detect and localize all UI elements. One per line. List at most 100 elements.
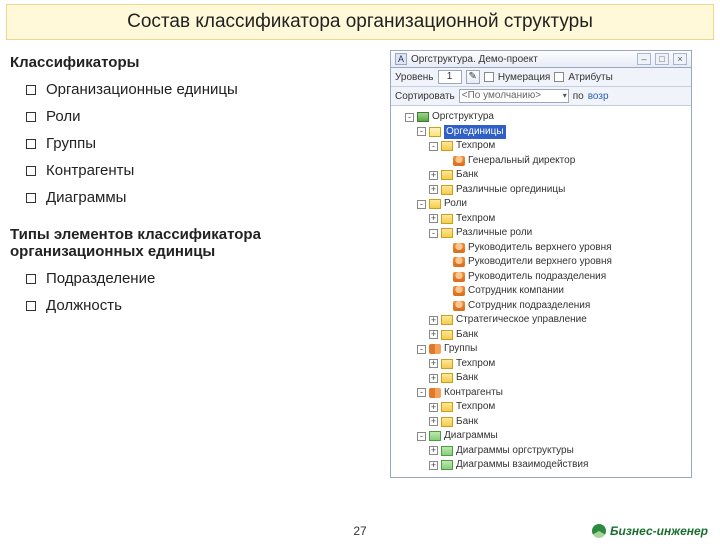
bullet-square-icon: [26, 301, 36, 311]
close-button[interactable]: ×: [673, 53, 687, 65]
numbering-checkbox[interactable]: [484, 72, 494, 82]
folder-icon: [429, 199, 441, 209]
tree-node[interactable]: -Техпром: [393, 139, 689, 154]
tree-node-label: Группы: [444, 342, 477, 357]
numbering-label: Нумерация: [498, 72, 550, 83]
bullet-item: Роли: [26, 108, 390, 125]
person-icon: [453, 257, 465, 267]
tree-node-label: Сотрудник подразделения: [468, 299, 590, 314]
content-area: Классификаторы Организационные единицы Ро…: [0, 50, 720, 478]
expand-toggle[interactable]: +: [429, 171, 438, 180]
tree-node[interactable]: +Банк: [393, 328, 689, 343]
person-icon: [453, 243, 465, 253]
folder-icon: [441, 228, 453, 238]
tree-node[interactable]: - Группы: [393, 342, 689, 357]
expand-toggle[interactable]: +: [429, 214, 438, 223]
orgstructure-panel: А Оргструктура. Демо-проект – □ × Уровен…: [390, 50, 692, 478]
tree-node[interactable]: -Оргструктура: [393, 110, 689, 125]
tree-node[interactable]: +Техпром: [393, 400, 689, 415]
level-apply-button[interactable]: ✎: [466, 70, 480, 84]
page-number: 27: [353, 524, 366, 538]
slide-title: Состав классификатора организационной ст…: [6, 4, 714, 40]
diag-icon: [441, 446, 453, 456]
tree-node[interactable]: -Диаграммы: [393, 429, 689, 444]
expand-toggle[interactable]: -: [429, 229, 438, 238]
tree-node[interactable]: - Контрагенты: [393, 386, 689, 401]
minimize-button[interactable]: –: [637, 53, 651, 65]
person-icon: [453, 156, 465, 166]
tree-node[interactable]: +Диаграммы взаимодействия: [393, 458, 689, 473]
panel-titlebar: А Оргструктура. Демо-проект – □ ×: [391, 51, 691, 68]
tree-node[interactable]: -Роли: [393, 197, 689, 212]
maximize-button[interactable]: □: [655, 53, 669, 65]
tree-node[interactable]: - Различные роли: [393, 226, 689, 241]
expand-toggle[interactable]: +: [429, 403, 438, 412]
bullet-item: Группы: [26, 135, 390, 152]
bullet-square-icon: [26, 85, 36, 95]
expand-toggle[interactable]: -: [417, 345, 426, 354]
tree-node-label: Различные роли: [456, 226, 532, 241]
bullet-text: Диаграммы: [46, 189, 126, 206]
expand-toggle[interactable]: -: [429, 142, 438, 151]
heading-classifiers: Классификаторы: [10, 54, 390, 71]
toolbar-row-1: Уровень 1 ✎ Нумерация Атрибуты: [391, 68, 691, 87]
expand-toggle[interactable]: +: [429, 446, 438, 455]
tree-node[interactable]: + Банк: [393, 168, 689, 183]
bullet-list-classifiers: Организационные единицы Роли Группы Контраг…: [26, 81, 390, 206]
folder-icon: [441, 373, 453, 383]
tree-node[interactable]: Руководитель подразделения: [393, 270, 689, 285]
expand-toggle[interactable]: -: [417, 388, 426, 397]
tree-node[interactable]: +Банк: [393, 415, 689, 430]
tree-node[interactable]: + Техпром: [393, 212, 689, 227]
tree-node[interactable]: +Стратегическое управление: [393, 313, 689, 328]
tree-node[interactable]: -Оргединицы: [393, 125, 689, 140]
tree-node[interactable]: Генеральный директор: [393, 154, 689, 169]
expand-toggle[interactable]: -: [405, 113, 414, 122]
expand-toggle[interactable]: +: [429, 417, 438, 426]
tree-node-label: Банк: [456, 371, 478, 386]
expand-toggle[interactable]: +: [429, 374, 438, 383]
diag-icon: [441, 460, 453, 470]
bullet-text: Роли: [46, 108, 81, 125]
toolbar-row-2: Сортировать <По умолчанию> по возр: [391, 87, 691, 106]
sort-select[interactable]: <По умолчанию>: [459, 89, 569, 103]
brand-logo-icon: [592, 524, 606, 538]
tree-node[interactable]: Сотрудник подразделения: [393, 299, 689, 314]
tree-node[interactable]: + Банк: [393, 371, 689, 386]
expand-toggle[interactable]: +: [429, 359, 438, 368]
bullet-list-types: ПодразделениеДолжность: [26, 270, 390, 314]
level-spinner[interactable]: 1: [438, 70, 462, 84]
folder-icon: [441, 141, 453, 151]
expand-toggle[interactable]: +: [429, 461, 438, 470]
tree-node-label: Банк: [456, 168, 478, 183]
tree-node[interactable]: +Различные оргединицы: [393, 183, 689, 198]
tree-node[interactable]: Сотрудник компании: [393, 284, 689, 299]
expand-toggle[interactable]: -: [417, 432, 426, 441]
folder-icon: [441, 417, 453, 427]
bullet-text: Должность: [46, 297, 122, 314]
bullet-square-icon: [26, 112, 36, 122]
bullet-text: Контрагенты: [46, 162, 134, 179]
expand-toggle[interactable]: +: [429, 185, 438, 194]
bullet-item: Контрагенты: [26, 162, 390, 179]
tree-node[interactable]: +Техпром: [393, 357, 689, 372]
expand-toggle[interactable]: +: [429, 330, 438, 339]
attrib-checkbox[interactable]: [554, 72, 564, 82]
tree-view[interactable]: -Оргструктура-Оргединицы-ТехпромГенераль…: [391, 106, 691, 477]
tree-node[interactable]: Руководитель верхнего уровня: [393, 241, 689, 256]
sort-asc-icon[interactable]: возр: [588, 91, 609, 102]
tree-node[interactable]: +Диаграммы оргструктуры: [393, 444, 689, 459]
folder-icon: [441, 402, 453, 412]
bullet-item: Организационные единицы: [26, 81, 390, 98]
expand-toggle[interactable]: +: [429, 316, 438, 325]
tree-node[interactable]: Руководители верхнего уровня: [393, 255, 689, 270]
panel-app-icon: А: [395, 53, 407, 65]
tree-node-label: Контрагенты: [444, 386, 503, 401]
expand-toggle[interactable]: -: [417, 200, 426, 209]
bullet-text: Организационные единицы: [46, 81, 238, 98]
group-icon: [429, 388, 441, 398]
tree-node-label: Техпром: [456, 212, 495, 227]
level-label: Уровень: [395, 72, 434, 83]
expand-toggle[interactable]: -: [417, 127, 426, 136]
bullet-item: Должность: [26, 297, 390, 314]
